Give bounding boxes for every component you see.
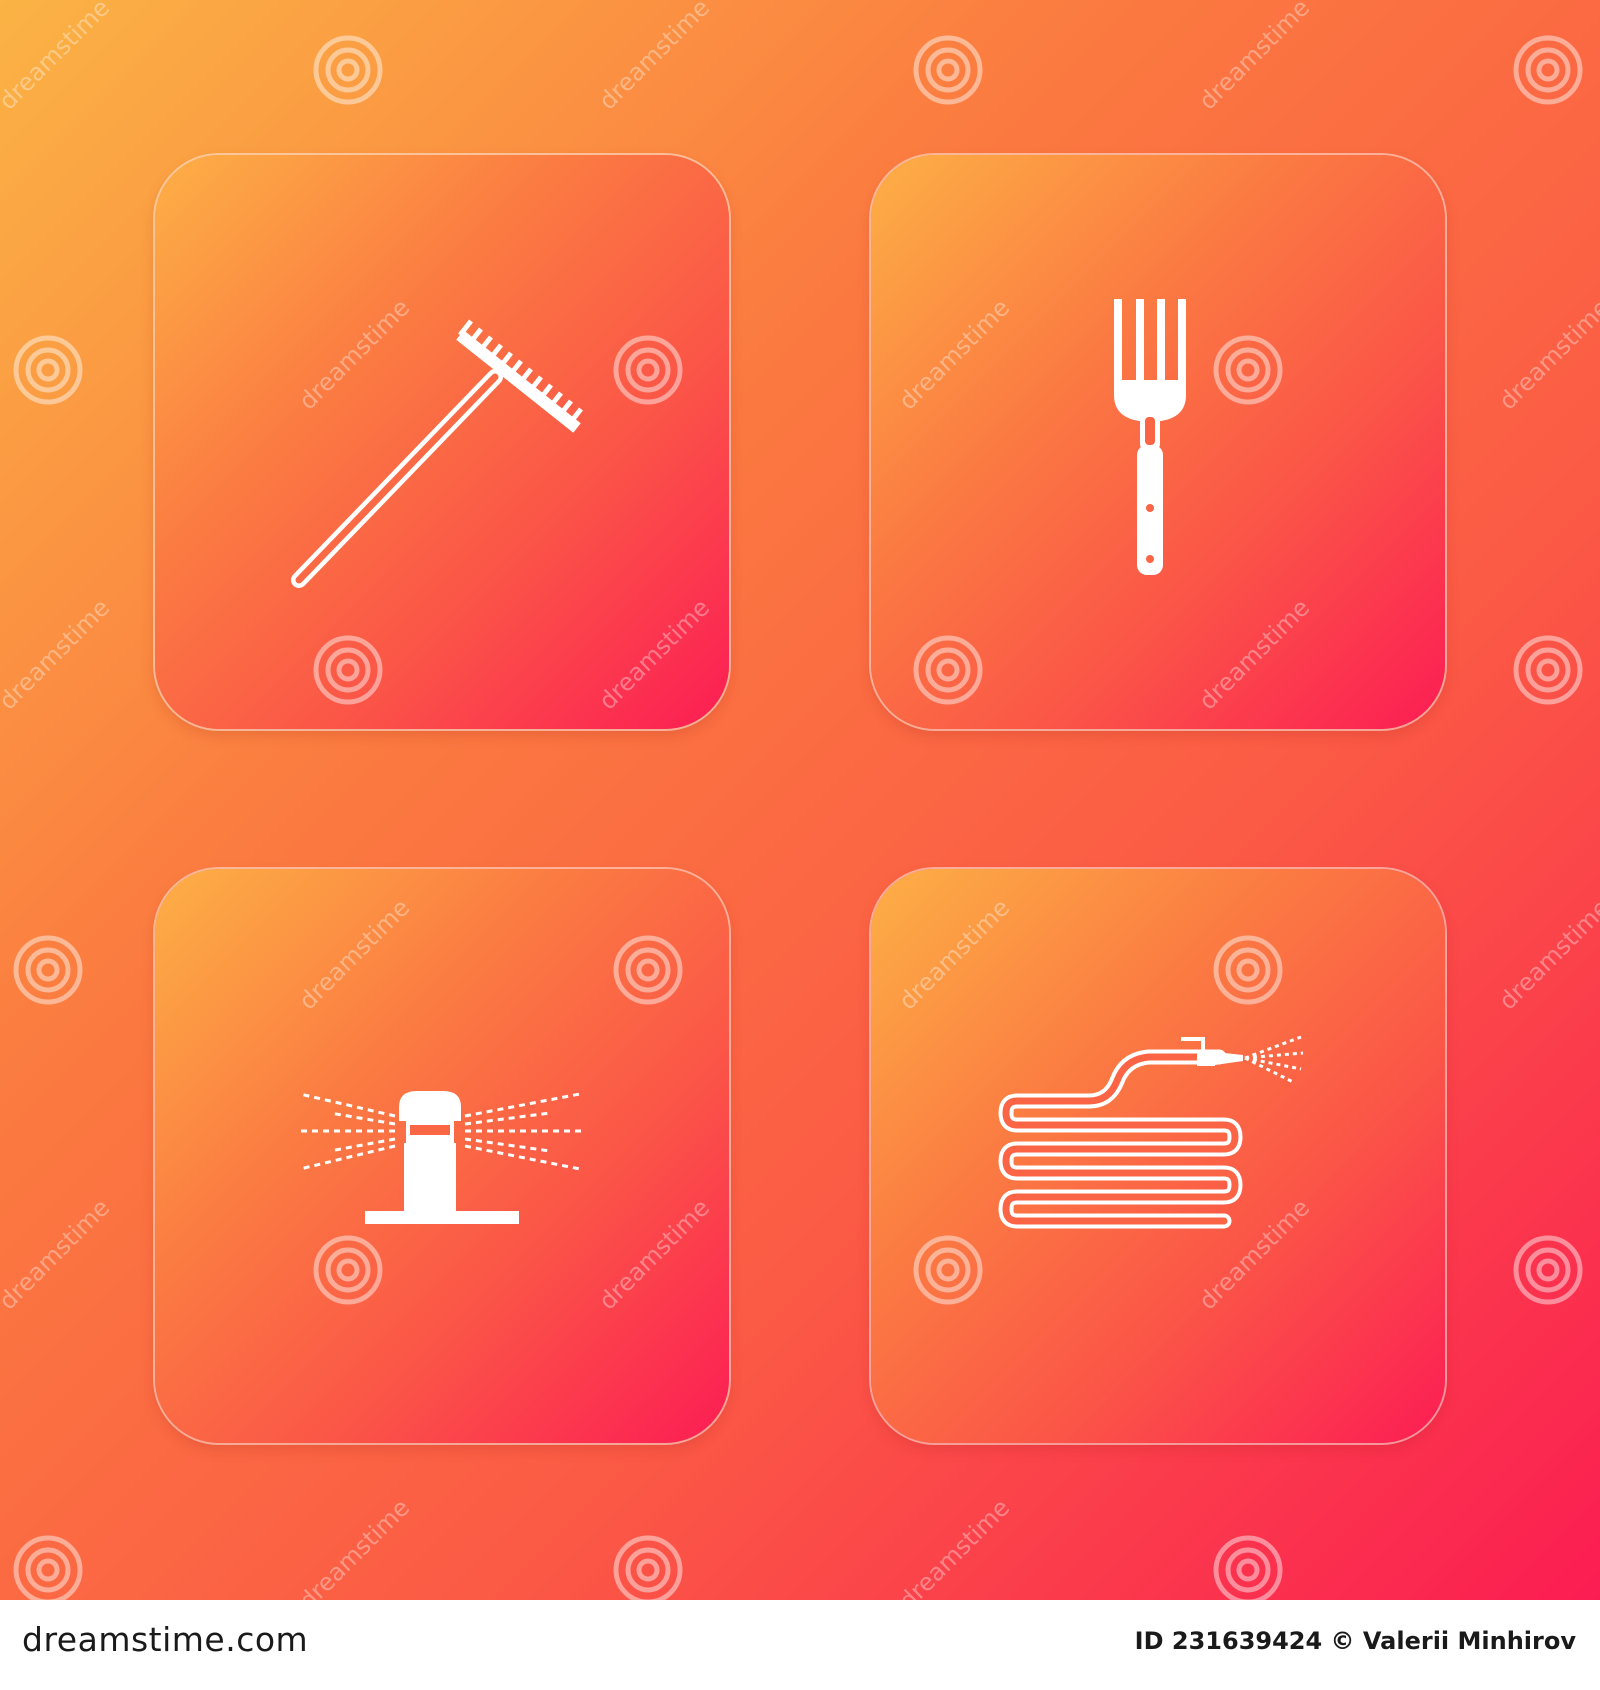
garden-hose-icon [998, 1035, 1304, 1229]
footer-bar: dreamstime.com ID 231639424 © Valerii Mi… [0, 1600, 1600, 1690]
watermark-spiral-icon [1513, 35, 1583, 105]
watermark-text: dreamstime [1493, 893, 1600, 1015]
footer-author[interactable]: Valerii Minhirov [1363, 1627, 1576, 1655]
watermark-spiral-icon [613, 1535, 683, 1600]
rake-tile [155, 155, 729, 729]
footer-id-value: 231639424 [1171, 1627, 1323, 1655]
garden-hose-tile [871, 869, 1445, 1443]
icon-grid-canvas: dreamstime dreamstime dreamstime dreamstime… [0, 0, 1600, 1600]
watermark-spiral-icon [313, 35, 383, 105]
footer-id-label: ID [1134, 1627, 1164, 1655]
watermark-spiral-icon [13, 935, 83, 1005]
watermark-text: dreamstime [1493, 293, 1600, 415]
watermark-text: dreamstime [0, 593, 115, 715]
watermark-spiral-icon [13, 1535, 83, 1600]
watermark-spiral-icon [1513, 635, 1583, 705]
sprinkler-tile [155, 869, 729, 1443]
garden-fork-tile [871, 155, 1445, 729]
footer-credit: ID 231639424 © Valerii Minhirov [1135, 1627, 1576, 1655]
footer-copyright: © [1330, 1627, 1355, 1655]
sprinkler-icon [299, 1091, 585, 1224]
watermark-spiral-icon [913, 35, 983, 105]
watermark-text: dreamstime [1193, 0, 1315, 115]
footer-logo[interactable]: dreamstime.com [22, 1620, 308, 1659]
watermark-text: dreamstime [0, 0, 115, 115]
watermark-spiral-icon [1513, 1235, 1583, 1305]
garden-fork-icon [1114, 299, 1186, 575]
watermark-spiral-icon [1213, 1535, 1283, 1600]
watermark-text: dreamstime [593, 0, 715, 115]
rake-icon [291, 319, 583, 588]
watermark-text: dreamstime [0, 1193, 115, 1315]
watermark-text: dreamstime [293, 1493, 415, 1600]
watermark-spiral-icon [13, 335, 83, 405]
watermark-text: dreamstime [893, 1493, 1015, 1600]
